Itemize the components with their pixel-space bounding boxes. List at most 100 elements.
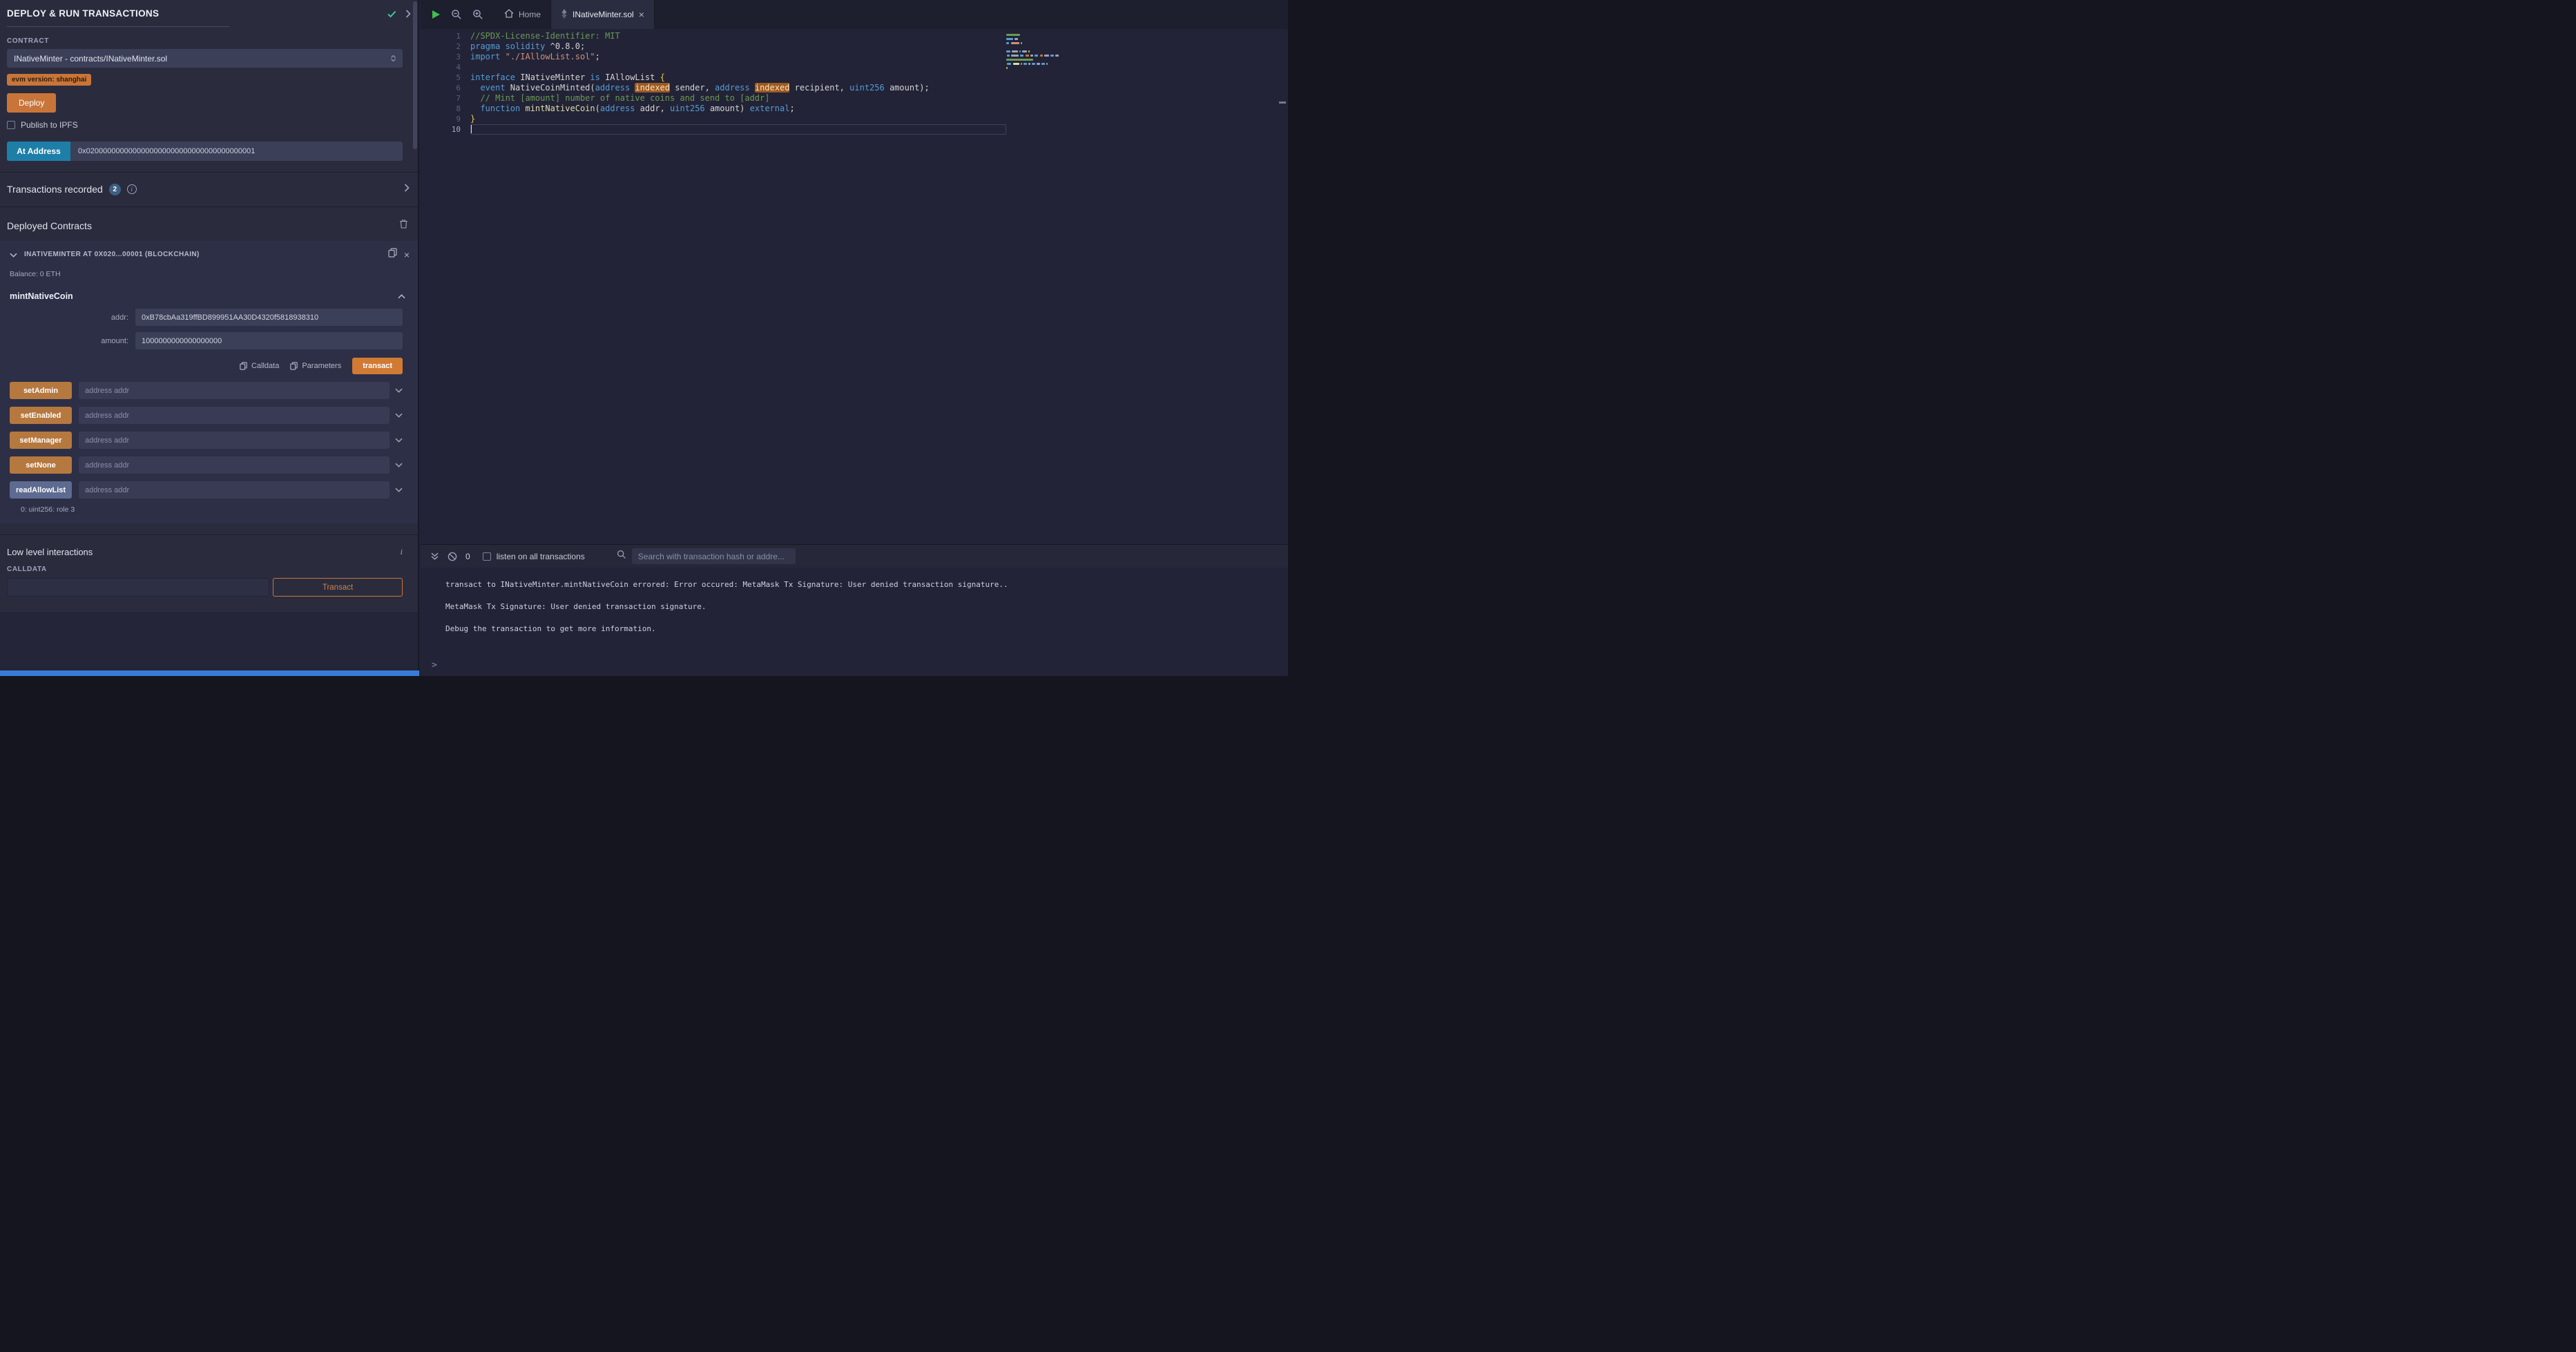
remix-ide-window: DEPLOY & RUN TRANSACTIONS CONTRACT INati… [0,0,1288,676]
chevron-up-icon[interactable] [398,290,405,302]
editor-gutter: 12345678910 [421,31,461,135]
chevron-down-icon[interactable] [395,487,403,492]
function-button-setEnabled[interactable]: setEnabled [10,407,72,424]
deployed-contract-card: INATIVEMINTER AT 0X020...00001 (BLOCKCHA… [0,241,418,523]
listen-all-checkbox[interactable] [483,552,491,561]
transactions-recorded-label: Transactions recorded [7,184,103,195]
zoom-out-icon[interactable] [451,9,462,20]
function-arg-input[interactable] [79,382,390,399]
at-address-input[interactable] [70,142,403,161]
info-icon: i [127,184,137,194]
deployed-contracts-header: Deployed Contracts [0,207,418,232]
transact-button[interactable]: transact [352,358,403,374]
function-arg-input[interactable] [79,407,390,424]
terminal-panel: 0 listen on all transactions transact to… [421,544,1288,676]
calldata-input[interactable] [7,578,269,597]
close-icon[interactable]: × [404,250,410,260]
function-button-setAdmin[interactable]: setAdmin [10,382,72,399]
param-addr-input[interactable] [135,309,403,326]
line-number: 1 [421,31,461,41]
code-editor[interactable]: 12345678910 //SPDX-License-Identifier: M… [421,29,1288,544]
zoom-in-icon[interactable] [472,9,483,20]
contract-select[interactable]: INativeMinter - contracts/INativeMinter.… [7,49,403,68]
copy-calldata-button[interactable]: Calldata [240,362,279,370]
at-address-button[interactable]: At Address [7,142,70,161]
line-number: 8 [421,104,461,114]
function-arg-input[interactable] [79,432,390,449]
run-script-play-button[interactable] [432,10,441,19]
terminal-log-line: MetaMask Tx Signature: User denied trans… [445,596,1274,618]
code-line[interactable]: // Mint [amount] number of native coins … [470,93,1006,104]
chevron-right-icon[interactable] [405,9,411,21]
copy-parameters-button[interactable]: Parameters [290,362,341,370]
transactions-recorded-row[interactable]: Transactions recorded 2 i [0,173,418,195]
bottom-status-bar [0,670,419,676]
panel-header: DEPLOY & RUN TRANSACTIONS [0,8,418,27]
clear-console-icon[interactable] [448,552,457,561]
contract-select-value: INativeMinter - contracts/INativeMinter.… [14,54,167,64]
terminal-log-line: Debug the transaction to get more inform… [445,618,1274,640]
select-arrows-icon [391,55,396,61]
chevron-down-icon[interactable] [395,413,403,418]
chevron-right-icon[interactable] [404,183,410,195]
code-line[interactable]: interface INativeMinter is IAllowList { [470,73,1006,83]
code-line[interactable]: function mintNativeCoin(address addr, ui… [470,104,1006,114]
publish-ipfs-checkbox[interactable] [7,121,15,129]
line-number: 2 [421,41,461,52]
line-number: 9 [421,114,461,124]
param-row: amount: [0,332,403,349]
function-button-setManager[interactable]: setManager [10,432,72,449]
line-number: 7 [421,93,461,104]
editor-scrollbar-marker[interactable] [1279,102,1286,104]
tab-inativeminter-label: INativeMinter.sol [573,10,634,19]
code-line[interactable]: pragma solidity ^0.8.0; [470,41,1006,52]
trash-icon[interactable] [399,219,408,232]
function-row: setNone [10,456,403,474]
code-line[interactable] [470,124,1006,135]
deployed-contracts-heading: Deployed Contracts [7,220,92,231]
close-tab-icon[interactable]: × [639,10,644,19]
function-button-setNone[interactable]: setNone [10,456,72,474]
low-level-heading: Low level interactions [7,547,93,557]
open-function-name: mintNativeCoin [10,291,73,301]
read-result-text: 0: uint256: role 3 [21,505,408,514]
code-line[interactable]: //SPDX-License-Identifier: MIT [470,31,1006,41]
collapse-terminal-icon[interactable] [430,552,439,561]
param-amount-input[interactable] [135,332,403,349]
param-label: amount: [0,337,135,345]
tab-home-label: Home [519,10,541,19]
terminal-logs: transact to INativeMinter.mintNativeCoin… [421,568,1288,640]
collapse-chevron-icon[interactable] [10,249,17,261]
chevron-down-icon[interactable] [395,438,403,443]
deploy-button[interactable]: Deploy [7,93,56,113]
panel-scrollbar[interactable] [413,1,417,149]
listen-all-label: listen on all transactions [497,552,585,561]
tab-home[interactable]: Home [494,0,551,29]
tab-inativeminter[interactable]: INativeMinter.sol × [551,0,655,29]
main-area: Home INativeMinter.sol × 12345678910 //S… [421,0,1288,676]
chevron-down-icon[interactable] [395,388,403,393]
function-arg-input[interactable] [79,481,390,499]
panel-title: DEPLOY & RUN TRANSACTIONS [7,8,229,27]
code-line[interactable] [470,62,1006,73]
terminal-prompt[interactable]: > [432,660,437,670]
publish-ipfs-label: Publish to IPFS [21,120,78,130]
code-line[interactable]: import "./IAllowList.sol"; [470,52,1006,62]
function-row: readAllowList [10,481,403,499]
plugin-pane: DEPLOY & RUN TRANSACTIONS CONTRACT INati… [0,0,418,612]
terminal-toolbar: 0 listen on all transactions [421,545,1288,568]
solidity-file-icon [561,9,568,21]
chevron-down-icon[interactable] [395,463,403,467]
line-number: 4 [421,62,461,73]
contract-label: CONTRACT [7,37,403,45]
copy-icon[interactable] [388,248,397,261]
function-arg-input[interactable] [79,456,390,474]
code-line[interactable]: } [470,114,1006,124]
terminal-search-input[interactable] [632,548,796,564]
function-button-readAllowList[interactable]: readAllowList [10,481,72,499]
deployed-contract-title: INATIVEMINTER AT 0X020...00001 (BLOCKCHA… [24,251,381,258]
code-line[interactable]: event NativeCoinMinted(address indexed s… [470,83,1006,93]
low-level-transact-button[interactable]: Transact [273,578,403,597]
editor-minimap[interactable] [1006,32,1061,74]
parameters-link-label: Parameters [302,362,341,370]
